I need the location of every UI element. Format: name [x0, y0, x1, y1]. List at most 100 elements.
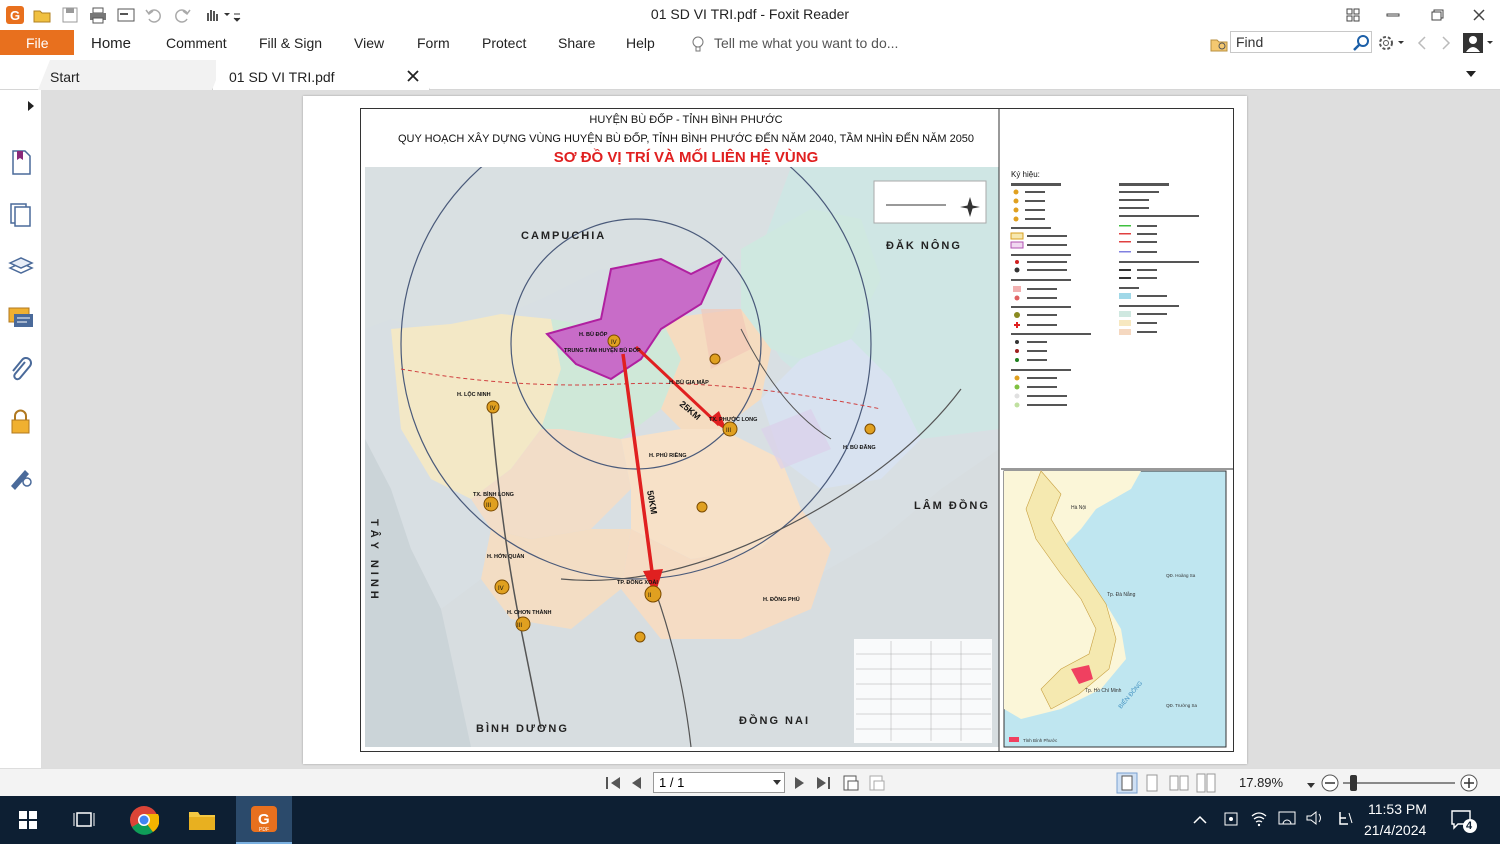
close-button[interactable]: [1456, 0, 1500, 30]
label-tay-ninh: TÂY NINH: [368, 519, 381, 603]
inset-hoang-sa: QĐ. Hoàng Sa: [1166, 573, 1196, 578]
label-center: TRUNG TÂM HUYỆN BÙ ĐỐP: [564, 346, 641, 354]
tell-me-search[interactable]: Tell me what you want to do...: [714, 35, 898, 51]
statistics-table: [854, 639, 992, 743]
windows-start-icon[interactable]: [4, 796, 52, 844]
label-bu-dop: H. BÙ ĐỐP: [579, 331, 608, 338]
menu-home[interactable]: Home: [91, 35, 131, 52]
document-tab-bar: Start 01 SD VI TRI.pdf: [0, 58, 1500, 90]
label-dak-nong: ĐĂK NÔNG: [886, 239, 962, 252]
extract-page-icon[interactable]: [868, 774, 886, 797]
tab-list-dropdown-icon[interactable]: [1463, 66, 1479, 87]
lock-icon[interactable]: [7, 408, 35, 436]
label-hon-quan: H. HỚN QUẢN: [487, 552, 524, 560]
facing-view-icon[interactable]: [1168, 773, 1190, 798]
inset-ha-noi: Hà Nội: [1071, 505, 1086, 511]
map-frame: 25KM 50KM IV IV III III IV II III H. BÙ …: [360, 108, 1234, 752]
user-account-icon[interactable]: [1462, 32, 1496, 59]
zoom-slider-track[interactable]: [1343, 782, 1455, 784]
show-hidden-icons[interactable]: [1193, 813, 1207, 831]
previous-page-icon[interactable]: [630, 775, 644, 796]
page-dropdown-icon[interactable]: [772, 779, 782, 787]
maximize-button[interactable]: [1414, 0, 1460, 30]
tab-start[interactable]: Start: [38, 60, 216, 90]
attachment-icon[interactable]: [7, 356, 35, 384]
close-tab-icon[interactable]: [406, 69, 420, 88]
last-page-icon[interactable]: [815, 775, 833, 796]
label-lam-dong: LÂM ĐỒNG: [914, 499, 990, 512]
continuous-view-icon[interactable]: [1143, 773, 1161, 798]
zoom-dropdown-icon[interactable]: [1306, 777, 1316, 795]
next-result-icon[interactable]: [1438, 34, 1454, 57]
status-bar: 1 / 1 17.89%: [0, 768, 1500, 796]
minimize-button[interactable]: [1370, 0, 1416, 30]
search-icon[interactable]: [1352, 33, 1372, 58]
cast-icon[interactable]: [1277, 809, 1297, 832]
label-dong-nai: ĐỒNG NAI: [739, 714, 810, 727]
inset-hcm: Tp. Hồ Chí Minh: [1085, 688, 1122, 694]
label-dong-phu: H. ĐỒNG PHÚ: [763, 596, 800, 603]
label-loc-ninh: H. LỘC NINH: [457, 390, 491, 398]
svg-text:PDF: PDF: [259, 827, 269, 833]
pages-thumbnail-icon[interactable]: [7, 200, 35, 228]
map-header-title: SƠ ĐỒ VỊ TRÍ VÀ MỐI LIÊN HỆ VÙNG: [554, 148, 819, 166]
lightbulb-icon: [690, 35, 706, 58]
tab-document[interactable]: 01 SD VI TRI.pdf: [212, 60, 430, 90]
notification-icon[interactable]: [1450, 808, 1478, 839]
expand-panel-icon[interactable]: [26, 99, 36, 117]
menu-share[interactable]: Share: [558, 35, 595, 51]
label-dong-xoai: TP. ĐỒNG XOÀI: [617, 579, 658, 586]
first-page-icon[interactable]: [604, 775, 622, 796]
continuous-facing-view-icon[interactable]: [1195, 773, 1217, 798]
menu-view[interactable]: View: [354, 35, 384, 51]
file-explorer-icon[interactable]: [178, 796, 226, 844]
layers-icon[interactable]: [7, 252, 35, 280]
wifi-icon[interactable]: [1250, 809, 1268, 832]
menu-protect[interactable]: Protect: [482, 35, 526, 51]
gear-icon[interactable]: [1377, 33, 1407, 58]
find-input[interactable]: Find: [1230, 31, 1372, 53]
label-chon-thanh: H. CHƠN THÀNH: [507, 609, 551, 616]
bookmark-icon[interactable]: [7, 148, 35, 176]
insert-page-icon[interactable]: [842, 774, 860, 797]
next-page-icon[interactable]: [792, 775, 806, 796]
page-number-input[interactable]: 1 / 1: [653, 772, 785, 793]
previous-result-icon[interactable]: [1414, 34, 1430, 57]
inset-legend-note: Tỉnh Bình Phước: [1023, 737, 1058, 743]
foxit-taskbar-icon[interactable]: G PDF: [236, 796, 292, 844]
clock-time[interactable]: 11:53 PM: [1368, 801, 1427, 817]
label-phuoc-long: TX. PHƯỚC LONG: [709, 415, 757, 423]
map-header-district: HUYỆN BÙ ĐỐP - TỈNH BÌNH PHƯỚC: [589, 112, 782, 126]
svg-text:IV: IV: [498, 586, 504, 592]
chrome-icon[interactable]: [120, 796, 168, 844]
volume-icon[interactable]: [1305, 809, 1325, 832]
svg-text:III: III: [517, 623, 522, 629]
notification-count: 4: [1466, 820, 1473, 832]
zoom-out-icon[interactable]: [1320, 773, 1340, 798]
menu-fill-sign[interactable]: Fill & Sign: [259, 35, 322, 51]
page-number-value: 1 / 1: [659, 775, 685, 790]
signature-panel-icon[interactable]: [7, 462, 35, 490]
comments-icon[interactable]: [7, 304, 35, 332]
file-menu-button[interactable]: File: [0, 30, 74, 55]
language-icon[interactable]: [1337, 809, 1355, 832]
task-view-icon[interactable]: [60, 796, 108, 844]
menu-form[interactable]: Form: [417, 35, 450, 51]
window-title: 01 SD VI TRI.pdf - Foxit Reader: [650, 6, 850, 22]
find-folder-icon[interactable]: [1209, 34, 1229, 59]
svg-text:III: III: [726, 428, 731, 434]
clock-date[interactable]: 21/4/2024: [1364, 822, 1426, 838]
single-page-view-icon[interactable]: [1116, 772, 1138, 799]
menu-comment[interactable]: Comment: [166, 35, 227, 51]
label-phu-rieng: H. PHÚ RIỀNG: [649, 452, 687, 459]
label-bu-gia-map: H. BÙ GIA MẬP: [669, 379, 709, 386]
navigation-panel: [0, 90, 42, 768]
inset-da-nang: Tp. Đà Nẵng: [1107, 591, 1136, 598]
zoom-slider-thumb[interactable]: [1350, 775, 1357, 791]
device-icon[interactable]: [1222, 810, 1240, 833]
windows-taskbar: G PDF 11:53 PM 21/4/2024 4: [0, 796, 1500, 844]
label-campuchia: CAMPUCHIA: [521, 230, 606, 242]
zoom-level[interactable]: 17.89%: [1239, 775, 1283, 790]
menu-help[interactable]: Help: [626, 35, 655, 51]
zoom-in-icon[interactable]: [1459, 773, 1479, 798]
